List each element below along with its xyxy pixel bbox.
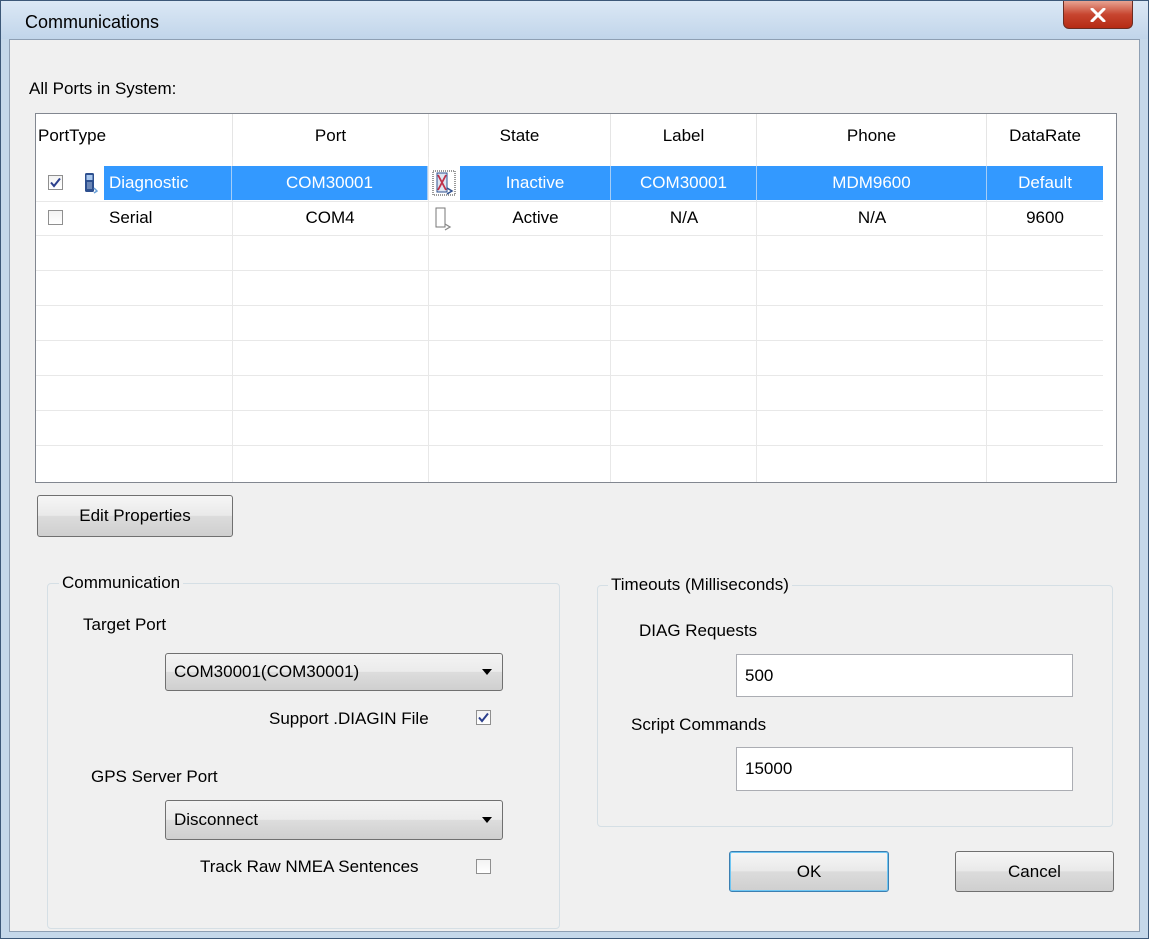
- gps-server-port-dropdown[interactable]: Disconnect: [165, 800, 503, 840]
- button-label: OK: [796, 861, 822, 881]
- target-port-label: Target Port: [83, 615, 167, 634]
- chevron-down-icon: [482, 669, 492, 675]
- cell-port: COM30001: [232, 166, 428, 200]
- track-nmea-label: Track Raw NMEA Sentences: [200, 857, 419, 876]
- column-label: Phone: [846, 125, 897, 145]
- script-commands-label: Script Commands: [631, 715, 767, 734]
- cell-state: Active: [512, 208, 559, 227]
- communication-group-title: Communication: [59, 573, 184, 593]
- window-title: Communications: [25, 12, 160, 32]
- gps-server-port-label: GPS Server Port: [91, 767, 218, 786]
- column-label: PortType: [38, 125, 107, 145]
- timeouts-group-title: Timeouts (Milliseconds): [608, 575, 792, 595]
- grid-line: [36, 340, 1103, 341]
- column-header-datarate[interactable]: DataRate: [987, 114, 1103, 157]
- cell-label: N/A: [669, 208, 699, 227]
- cell-datarate: Default: [987, 166, 1103, 200]
- diag-requests-value: 500: [745, 665, 774, 685]
- diag-requests-input[interactable]: 500: [736, 654, 1073, 697]
- cell-label: COM30001: [611, 166, 757, 200]
- checkmark-icon: [50, 177, 61, 188]
- button-label: Cancel: [1008, 861, 1061, 881]
- cell-phone: N/A: [857, 208, 887, 227]
- column-label: Port: [314, 125, 347, 145]
- diag-requests-label: DIAG Requests: [639, 621, 758, 640]
- communications-window: Communications All Ports in System: Port…: [0, 0, 1149, 939]
- grid-line: [36, 445, 1103, 446]
- all-ports-heading: All Ports in System:: [29, 79, 177, 98]
- target-port-dropdown[interactable]: COM30001(COM30001): [165, 653, 503, 691]
- title-bar[interactable]: Communications: [1, 1, 1148, 39]
- column-header-phone[interactable]: Phone: [757, 114, 987, 157]
- close-button[interactable]: [1063, 1, 1133, 29]
- phone-icon: [85, 173, 98, 194]
- cell-porttype: Diagnostic: [104, 166, 232, 200]
- script-commands-input[interactable]: 15000: [736, 747, 1073, 791]
- inactive-port-icon: [432, 170, 456, 196]
- script-commands-value: 15000: [745, 759, 793, 778]
- edit-properties-button[interactable]: Edit Properties: [37, 495, 233, 537]
- checkmark-icon: [478, 712, 489, 723]
- cell-port: COM4: [305, 208, 355, 227]
- column-header-label[interactable]: Label: [611, 114, 757, 157]
- grid-line: [36, 305, 1103, 306]
- button-label: Edit Properties: [79, 506, 191, 525]
- grid-line: [36, 270, 1103, 271]
- grid-line: [36, 235, 1103, 236]
- row-checkbox[interactable]: [48, 210, 63, 225]
- chevron-down-icon: [482, 817, 492, 823]
- column-label: DataRate: [1009, 125, 1081, 145]
- column-label: Label: [662, 125, 705, 145]
- grid-line: [36, 410, 1103, 411]
- column-header-state[interactable]: State: [429, 114, 611, 157]
- close-icon: [1090, 7, 1106, 22]
- table-row[interactable]: Serial COM4 Active N/A N/A 9600: [36, 201, 1103, 235]
- cell-phone: MDM9600: [757, 166, 987, 200]
- list-scroll-area: [1103, 114, 1116, 482]
- column-header-port[interactable]: Port: [233, 114, 429, 157]
- port-icon: [435, 207, 452, 231]
- row-checkbox[interactable]: [48, 175, 63, 190]
- track-nmea-checkbox[interactable]: [476, 859, 491, 874]
- support-diagin-label: Support .DIAGIN File: [269, 709, 429, 728]
- ports-list[interactable]: PortType Port State Label Phone DataRate: [35, 113, 1117, 483]
- table-row[interactable]: Diagnostic COM30001 Inactive COM30001 MD…: [36, 166, 1103, 200]
- ok-button[interactable]: OK: [729, 851, 889, 892]
- cell-porttype: Serial: [109, 208, 153, 227]
- support-diagin-checkbox[interactable]: [476, 710, 491, 725]
- cell-state: Inactive: [460, 166, 611, 200]
- ports-list-header: PortType Port State Label Phone DataRate: [36, 114, 1116, 157]
- cancel-button[interactable]: Cancel: [955, 851, 1114, 892]
- cell-datarate: 9600: [1026, 208, 1064, 227]
- grid-line: [36, 375, 1103, 376]
- column-label: State: [499, 125, 540, 145]
- target-port-value: COM30001(COM30001): [174, 662, 360, 681]
- gps-server-port-value: Disconnect: [174, 810, 259, 829]
- column-header-porttype[interactable]: PortType: [36, 114, 233, 157]
